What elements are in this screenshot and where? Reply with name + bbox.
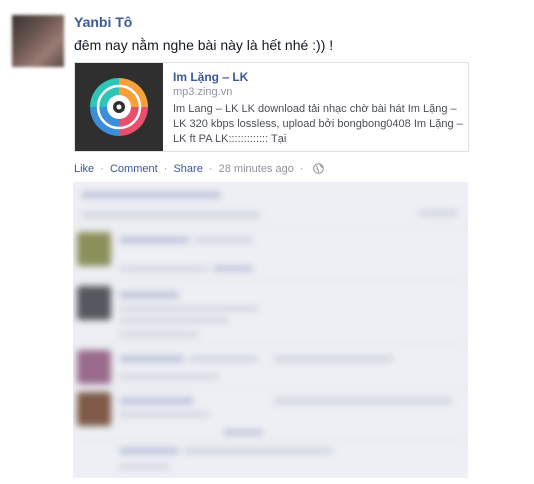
attachment-description: Im Lang ‒ LK LK download tải nhạc chờ bà… (173, 103, 463, 145)
comment-link[interactable]: Comment (110, 163, 158, 175)
music-disc-icon (87, 75, 151, 139)
view-more-placeholder (81, 212, 261, 218)
likes-summary-placeholder (81, 192, 221, 198)
attachment-title[interactable]: Im Lặng ‒ LK (173, 70, 248, 84)
commenter-name-placeholder (119, 356, 184, 362)
comment-text-placeholder (273, 356, 393, 362)
comment-meta-placeholder (119, 266, 209, 271)
comment-meta-placeholder (119, 412, 209, 417)
comment-text-placeholder (119, 306, 259, 311)
action-separator: · (100, 163, 104, 175)
post-actions: Like · Comment · Share · 28 minutes ago … (74, 163, 324, 175)
profile-avatar[interactable] (12, 15, 64, 67)
comment-count-placeholder (418, 210, 458, 216)
like-link[interactable]: Like (74, 163, 94, 175)
comment-meta-placeholder (119, 464, 169, 469)
comment-text-placeholder (188, 356, 258, 362)
action-separator: · (208, 163, 213, 175)
post-status-text: đêm nay nằm nghe bài này là hết nhé :)) … (74, 37, 334, 53)
commenter-name-placeholder (119, 292, 179, 298)
comment-meta-placeholder (119, 374, 219, 379)
comments-section-blurred (73, 182, 468, 478)
commenter-avatar (77, 392, 111, 426)
action-separator: · (163, 163, 168, 175)
comment-text-placeholder (273, 398, 453, 404)
share-link[interactable]: Share (173, 163, 202, 175)
commenter-avatar (77, 286, 111, 320)
comment-text-placeholder (119, 318, 229, 323)
comment-like-placeholder (223, 430, 263, 435)
attachment-thumbnail[interactable] (75, 63, 163, 151)
comment-text-placeholder (183, 448, 333, 454)
post-author-name[interactable]: Yanbi Tô (74, 14, 132, 30)
attachment-domain: mp3.zing.vn (173, 86, 233, 98)
commenter-avatar (77, 350, 111, 384)
post-timestamp[interactable]: 28 minutes ago (219, 163, 294, 175)
comment-like-placeholder (213, 266, 253, 271)
comment-text-placeholder (193, 237, 253, 243)
globe-icon[interactable] (312, 163, 324, 174)
action-separator: · (299, 163, 304, 175)
commenter-name-placeholder (119, 448, 179, 454)
link-attachment[interactable]: Im Lặng ‒ LK mp3.zing.vn Im Lang ‒ LK LK… (74, 62, 469, 152)
comment-meta-placeholder (119, 332, 199, 337)
commenter-avatar (77, 232, 111, 266)
commenter-name-placeholder (119, 398, 194, 404)
commenter-name-placeholder (119, 237, 189, 243)
